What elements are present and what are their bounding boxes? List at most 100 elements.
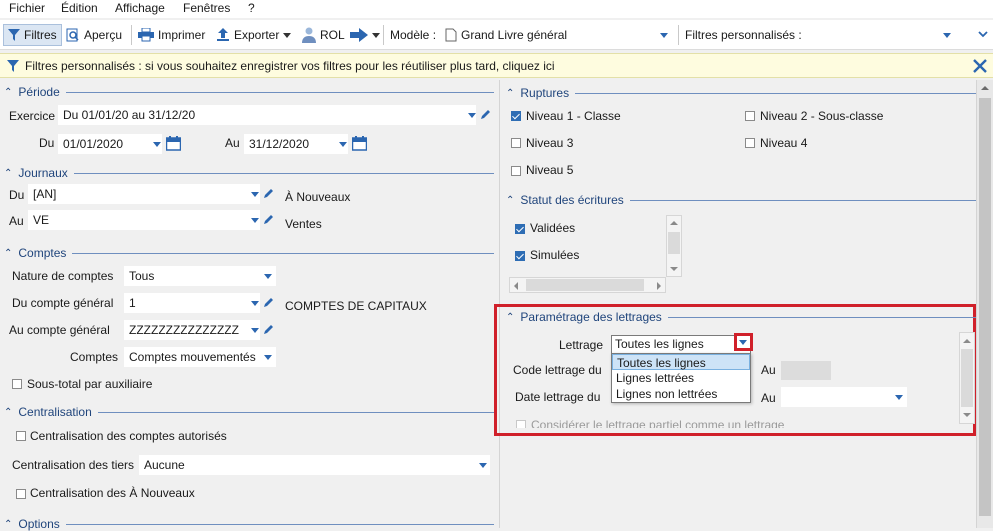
section-centralisation-header[interactable]: ⌃ Centralisation (4, 405, 494, 419)
journal-du-select[interactable]: [AN] (28, 184, 260, 204)
main-vertical-scrollbar[interactable] (976, 80, 993, 528)
left-pane: ⌃ Période Exercice Du 01/01/20 au 31/12/… (0, 80, 498, 531)
scroll-up-icon[interactable] (963, 339, 971, 343)
scroll-thumb[interactable] (668, 232, 680, 254)
chevron-down-icon[interactable] (153, 142, 161, 147)
scroll-thumb[interactable] (961, 349, 973, 407)
section-statut-header[interactable]: ⌃ Statut des écritures (506, 193, 976, 207)
nature-comptes-select[interactable]: Tous (124, 266, 276, 286)
filtres-perso-select[interactable]: Filtres personnalisés : (685, 24, 957, 46)
du-compte-select[interactable]: 1 (124, 293, 260, 313)
chevron-down-icon[interactable] (251, 192, 259, 197)
section-lettrage-header[interactable]: ⌃ Paramétrage des lettrages (506, 310, 976, 324)
section-title: Journaux (18, 166, 68, 180)
menu-fenetres[interactable]: Fenêtres (183, 1, 230, 15)
modele-select[interactable]: Grand Livre général (445, 24, 672, 46)
niveau3-checkbox[interactable] (511, 138, 521, 148)
scroll-up-icon[interactable] (670, 221, 678, 225)
menu-edition[interactable]: Édition (61, 1, 98, 15)
statut-vertical-scrollbar[interactable] (666, 215, 682, 277)
export-icon (217, 28, 229, 41)
close-icon[interactable] (972, 58, 988, 74)
niveau5-checkbox[interactable] (511, 166, 521, 176)
scroll-thumb[interactable] (526, 279, 644, 291)
chevron-down-icon[interactable] (339, 142, 347, 147)
chevron-down-icon[interactable] (251, 218, 259, 223)
rol-button[interactable]: ROL (302, 24, 345, 46)
date-du-value: 01/01/2020 (63, 137, 124, 151)
centralisation-an-checkbox[interactable] (16, 489, 26, 499)
section-options-header[interactable]: ⌃ Options (4, 517, 494, 531)
validees-checkbox[interactable] (515, 224, 525, 234)
niveau1-checkbox[interactable] (511, 111, 521, 121)
niveau4-checkbox[interactable] (745, 138, 755, 148)
lettrage-select[interactable]: Toutes les lignes (611, 335, 751, 355)
chevron-down-icon[interactable] (264, 355, 272, 360)
lettrage-partiel-checkbox[interactable] (516, 420, 526, 428)
lettrage-partiel-label: Considérer le lettrage partiel comme un … (531, 418, 785, 428)
section-ruptures-header[interactable]: ⌃ Ruptures (506, 86, 976, 100)
pencil-icon[interactable] (263, 297, 274, 308)
date-du-field[interactable]: 01/01/2020 (58, 134, 162, 154)
chevron-down-icon[interactable] (468, 113, 476, 118)
journal-au-select[interactable]: VE (28, 210, 260, 230)
lettrage-option[interactable]: Lignes lettrées (612, 370, 750, 386)
divider (72, 252, 494, 254)
calendar-icon[interactable] (166, 136, 181, 151)
exporter-dropdown-icon (283, 32, 292, 38)
exercice-select[interactable]: Du 01/01/20 au 31/12/20 (58, 105, 476, 125)
scroll-up-icon[interactable] (981, 86, 989, 90)
journal-au-value: VE (33, 213, 50, 227)
date-lettrage-au-field[interactable] (781, 387, 907, 407)
section-comptes-header[interactable]: ⌃ Comptes (4, 246, 494, 260)
toolbar-expand-button[interactable] (978, 24, 988, 46)
apercu-button[interactable]: Aperçu (66, 24, 122, 46)
pencil-icon[interactable] (263, 214, 274, 225)
section-journaux-header[interactable]: ⌃ Journaux (4, 166, 494, 180)
pencil-icon[interactable] (263, 188, 274, 199)
section-title: Période (18, 85, 60, 99)
scroll-down-icon[interactable] (963, 413, 971, 417)
navigate-button[interactable] (350, 24, 380, 46)
menu-help[interactable]: ? (248, 1, 255, 15)
sous-total-checkbox[interactable] (12, 379, 22, 389)
centralisation-comptes-checkbox[interactable] (16, 431, 26, 441)
statut-horizontal-scrollbar[interactable] (509, 277, 666, 293)
simulees-checkbox[interactable] (515, 251, 525, 261)
calendar-icon[interactable] (352, 136, 367, 151)
pencil-icon[interactable] (263, 324, 274, 335)
centralisation-tiers-select[interactable]: Aucune (139, 455, 490, 475)
code-lettrage-au-field[interactable] (781, 361, 831, 380)
scroll-down-icon[interactable] (670, 267, 678, 271)
scroll-right-icon[interactable] (657, 282, 661, 290)
lettrage-vertical-scrollbar[interactable] (959, 332, 975, 424)
scroll-left-icon[interactable] (514, 282, 518, 290)
au-compte-select[interactable]: ZZZZZZZZZZZZZZZ (124, 320, 260, 340)
date-au-field[interactable]: 31/12/2020 (244, 134, 348, 154)
pencil-icon[interactable] (480, 109, 491, 120)
imprimer-button[interactable]: Imprimer (138, 24, 205, 46)
chevron-down-icon[interactable] (895, 395, 903, 400)
lettrage-option[interactable]: Toutes les lignes (612, 354, 750, 370)
scroll-thumb[interactable] (979, 98, 991, 516)
lettrage-dropdown-list[interactable]: Toutes les lignes Lignes lettrées Lignes… (611, 353, 751, 403)
chevron-down-icon[interactable] (264, 274, 272, 279)
custom-filters-info-bar[interactable]: Filtres personnalisés : si vous souhaite… (0, 53, 993, 78)
filtres-button[interactable]: Filtres (3, 24, 62, 46)
sous-total-label: Sous-total par auxiliaire (27, 377, 153, 391)
chevron-down-icon[interactable] (479, 463, 487, 468)
chevron-down-icon[interactable] (251, 301, 259, 306)
niveau1-label: Niveau 1 - Classe (526, 109, 621, 123)
section-periode-header[interactable]: ⌃ Période (4, 85, 494, 99)
comptes-select[interactable]: Comptes mouvementés (124, 347, 276, 367)
menu-fichier[interactable]: Fichier (9, 1, 45, 15)
section-title: Centralisation (18, 405, 92, 419)
menu-affichage[interactable]: Affichage (115, 1, 165, 15)
niveau2-checkbox[interactable] (745, 111, 755, 121)
exporter-button[interactable]: Exporter (216, 24, 292, 46)
journal-du-label: Du (9, 188, 25, 202)
chevron-down-icon[interactable] (251, 328, 259, 333)
niveau3-label: Niveau 3 (526, 136, 574, 150)
lettrage-dropdown-button[interactable] (734, 333, 753, 351)
lettrage-option[interactable]: Lignes non lettrées (612, 386, 750, 402)
